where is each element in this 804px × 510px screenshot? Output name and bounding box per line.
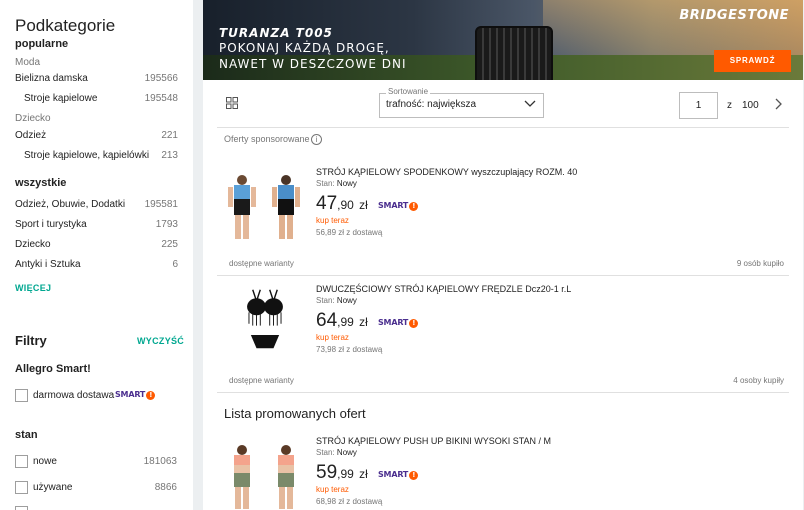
promoted-offers-heading: Lista promowanych ofert bbox=[224, 406, 366, 421]
chevron-down-icon bbox=[524, 100, 536, 107]
filters-title: Filtry bbox=[15, 333, 47, 348]
category-item-label: Antyki i Sztuka bbox=[15, 259, 81, 270]
category-item-label: Stroje kąpielowe bbox=[24, 93, 98, 104]
category-item-label: Odzież bbox=[15, 130, 47, 141]
clear-filters-button[interactable]: WYCZYŚĆ bbox=[137, 336, 184, 346]
banner-product-name: TURANZA T005 bbox=[219, 26, 333, 40]
offer-title[interactable]: STRÓJ KĄPIELOWY SPODENKOWY wyszczuplając… bbox=[316, 167, 577, 177]
offer-condition: Stan: Nowy bbox=[316, 179, 357, 188]
variants-link[interactable]: dostępne warianty bbox=[229, 259, 294, 268]
category-item-count: 195548 bbox=[144, 93, 178, 104]
category-item-count: 225 bbox=[161, 239, 178, 250]
page-total: 100 bbox=[742, 100, 759, 111]
free-shipping-label: darmowa dostawa bbox=[33, 390, 115, 401]
category-item-stroje-kapielowe-kapielowki[interactable]: Stroje kąpielowe, kąpielówki 213 bbox=[24, 150, 178, 164]
smart-badge: SMART! bbox=[115, 390, 156, 400]
popular-label: popularne bbox=[15, 38, 69, 50]
offer-divider bbox=[217, 392, 789, 393]
offer-title[interactable]: STRÓJ KĄPIELOWY PUSH UP BIKINI WYSOKI ST… bbox=[316, 436, 551, 446]
banner-cta-button[interactable]: SPRAWDŹ bbox=[714, 50, 791, 72]
allegro-smart-filter-title: Allegro Smart! bbox=[15, 363, 91, 375]
offer-price: 47,90 zł bbox=[316, 193, 368, 214]
all-label: wszystkie bbox=[15, 177, 67, 189]
sidebar: Podkategorie popularne Moda Bielizna dam… bbox=[0, 0, 193, 510]
tyre-image bbox=[475, 26, 553, 80]
banner-headline-line2: NAWET W DESZCZOWE DNI bbox=[219, 57, 407, 71]
bridgestone-logo: BRIDGESTONE bbox=[679, 8, 789, 23]
banner-headline-line1: POKONAJ KAŻDĄ DROGĘ, bbox=[219, 41, 390, 55]
section-label-moda: Moda bbox=[15, 57, 41, 68]
sort-value: trafność: największa bbox=[386, 99, 477, 110]
category-item-label: Stroje kąpielowe, kąpielówki bbox=[24, 150, 150, 161]
smart-exclamation-icon: ! bbox=[146, 391, 156, 400]
category-item-dziecko[interactable]: Dziecko 225 bbox=[15, 239, 178, 253]
purchase-count: 4 osoby kupiły bbox=[733, 376, 784, 385]
condition-used-count: 8866 bbox=[154, 482, 177, 493]
offer-image[interactable] bbox=[224, 444, 306, 510]
category-item-label: Sport i turystyka bbox=[15, 219, 87, 230]
category-item-label: Bielizna damska bbox=[15, 73, 88, 84]
free-shipping-checkbox[interactable] bbox=[15, 389, 28, 402]
chevron-right-icon[interactable] bbox=[774, 98, 782, 110]
offer-title[interactable]: DWUCZĘŚCIOWY STRÓJ KĄPIELOWY FRĘDZLE Dcz… bbox=[316, 284, 571, 294]
smart-exclamation-icon: ! bbox=[409, 319, 419, 328]
info-icon[interactable]: i bbox=[311, 134, 322, 145]
sidebar-gutter bbox=[193, 0, 203, 510]
smart-exclamation-icon: ! bbox=[409, 202, 419, 211]
offer-condition: Stan: Nowy bbox=[316, 296, 357, 305]
condition-checkbox-partial[interactable] bbox=[15, 506, 28, 510]
buy-now-label: kup teraz bbox=[316, 333, 349, 342]
category-item-count: 1793 bbox=[155, 219, 178, 230]
offer-condition: Stan: Nowy bbox=[316, 448, 357, 457]
buy-now-label: kup teraz bbox=[316, 216, 349, 225]
category-item-count: 221 bbox=[161, 130, 178, 141]
subcategories-title: Podkategorie bbox=[15, 16, 116, 35]
offer-price: 59,99 zł bbox=[316, 462, 368, 483]
category-item-label: Odzież, Obuwie, Dodatki bbox=[15, 199, 126, 210]
category-item-sport-i-turystyka[interactable]: Sport i turystyka 1793 bbox=[15, 219, 178, 233]
price-with-shipping: 56,89 zł z dostawą bbox=[316, 228, 383, 237]
price-with-shipping: 73,98 zł z dostawą bbox=[316, 345, 383, 354]
category-item-antyki-i-sztuka[interactable]: Antyki i Sztuka 6 bbox=[15, 259, 178, 273]
category-item-odziez[interactable]: Odzież 221 bbox=[15, 130, 178, 144]
grid-view-icon[interactable] bbox=[226, 97, 238, 109]
sponsored-offers-label: Oferty sponsorowane bbox=[224, 134, 310, 144]
smart-badge: SMART! bbox=[378, 201, 419, 211]
category-item-odziez-obuwie-dodatki[interactable]: Odzież, Obuwie, Dodatki 195581 bbox=[15, 199, 178, 213]
section-label-dziecko: Dziecko bbox=[15, 113, 51, 124]
smart-exclamation-icon: ! bbox=[409, 471, 419, 480]
category-item-count: 195566 bbox=[144, 73, 178, 84]
category-item-bielizna-damska[interactable]: Bielizna damska 195566 bbox=[15, 73, 178, 87]
page-of-label: z bbox=[727, 100, 732, 111]
sort-label: Sortowanie bbox=[386, 87, 431, 96]
category-item-label: Dziecko bbox=[15, 239, 51, 250]
condition-new-label: nowe bbox=[33, 456, 57, 467]
category-item-count: 6 bbox=[172, 259, 178, 270]
category-item-count: 195581 bbox=[144, 199, 178, 210]
category-item-stroje-kapielowe[interactable]: Stroje kąpielowe 195548 bbox=[24, 93, 178, 107]
buy-now-label: kup teraz bbox=[316, 485, 349, 494]
page-number-input[interactable]: 1 bbox=[679, 92, 718, 119]
condition-used-checkbox[interactable] bbox=[15, 481, 28, 494]
offer-image[interactable] bbox=[224, 286, 306, 352]
offer-price: 64,99 zł bbox=[316, 310, 368, 331]
smart-badge: SMART! bbox=[378, 470, 419, 480]
price-with-shipping: 68,98 zł z dostawą bbox=[316, 497, 383, 506]
condition-new-count: 181063 bbox=[143, 456, 177, 467]
purchase-count: 9 osób kupiło bbox=[736, 259, 784, 268]
ad-banner[interactable]: TURANZA T005 POKONAJ KAŻDĄ DROGĘ, NAWET … bbox=[203, 0, 803, 80]
condition-used-label: używane bbox=[33, 482, 73, 493]
toolbar-divider bbox=[217, 127, 789, 128]
smart-badge: SMART! bbox=[378, 318, 419, 328]
offer-image[interactable] bbox=[224, 174, 306, 240]
condition-new-checkbox[interactable] bbox=[15, 455, 28, 468]
variants-link[interactable]: dostępne warianty bbox=[229, 376, 294, 385]
more-categories-link[interactable]: WIĘCEJ bbox=[15, 283, 51, 293]
category-item-count: 213 bbox=[161, 150, 178, 161]
condition-filter-title: stan bbox=[15, 429, 38, 441]
offer-divider bbox=[217, 275, 789, 276]
